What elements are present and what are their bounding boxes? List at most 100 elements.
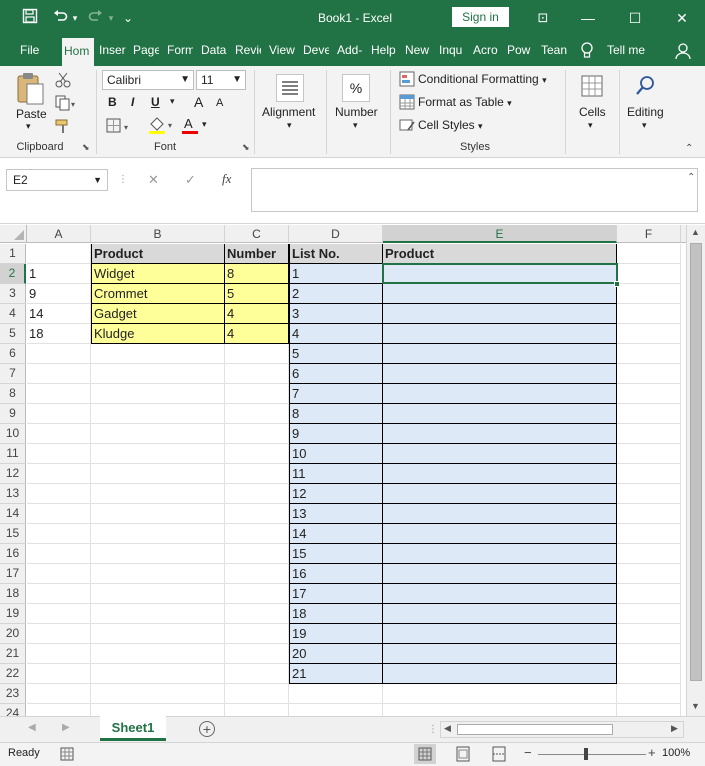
tab-acrobat[interactable]: Acro xyxy=(473,36,499,66)
cell-d17[interactable]: 16 xyxy=(289,564,383,584)
cell-f3[interactable] xyxy=(617,284,681,304)
bold-button[interactable]: B xyxy=(108,95,117,109)
row-header-22[interactable]: 22 xyxy=(0,664,26,684)
scroll-sheets-left-icon[interactable]: ◀ xyxy=(28,722,36,733)
cell-styles-button[interactable]: Cell Styles ▾ xyxy=(418,118,483,132)
tab-home[interactable]: Hom xyxy=(62,38,94,66)
cell-d9[interactable]: 8 xyxy=(289,404,383,424)
vertical-scroll-thumb[interactable] xyxy=(690,243,702,681)
column-header-c[interactable]: C xyxy=(225,225,289,243)
conditional-formatting-icon[interactable] xyxy=(399,71,415,87)
cell-a11[interactable] xyxy=(27,444,91,464)
expand-formula-bar-icon[interactable]: ⌃ xyxy=(687,172,695,183)
alignment-dropdown-icon[interactable]: ▾ xyxy=(287,120,292,131)
cell-b1[interactable]: Product xyxy=(91,244,225,264)
row-header-21[interactable]: 21 xyxy=(0,644,26,664)
tab-insert[interactable]: Inser xyxy=(99,36,127,66)
cell-b9[interactable] xyxy=(91,404,225,424)
cell-e13[interactable] xyxy=(383,484,617,504)
new-sheet-button[interactable]: + xyxy=(199,721,215,737)
cell-b6[interactable] xyxy=(91,344,225,364)
cell-b4[interactable]: Gadget xyxy=(91,304,225,324)
cell-f12[interactable] xyxy=(617,464,681,484)
cell-b18[interactable] xyxy=(91,584,225,604)
row-header-8[interactable]: 8 xyxy=(0,384,26,404)
cell-a2[interactable]: 1 xyxy=(27,264,91,284)
undo-dropdown-icon[interactable]: ▾ xyxy=(70,8,80,28)
cell-d2[interactable]: 1 xyxy=(289,264,383,284)
clipboard-launcher-icon[interactable]: ⬊ xyxy=(82,142,90,153)
cell-f11[interactable] xyxy=(617,444,681,464)
cell-b24[interactable] xyxy=(91,704,225,716)
ribbon-display-options-icon[interactable]: ⊡ xyxy=(533,8,553,28)
row-header-15[interactable]: 15 xyxy=(0,524,26,544)
redo-dropdown-icon[interactable]: ▾ xyxy=(106,8,116,28)
cell-d16[interactable]: 15 xyxy=(289,544,383,564)
tab-formulas[interactable]: Form xyxy=(167,36,193,66)
row-header-3[interactable]: 3 xyxy=(0,284,26,304)
row-header-13[interactable]: 13 xyxy=(0,484,26,504)
cell-a13[interactable] xyxy=(27,484,91,504)
row-header-6[interactable]: 6 xyxy=(0,344,26,364)
minimize-button[interactable]: — xyxy=(578,8,598,28)
cell-c3[interactable]: 5 xyxy=(225,284,289,304)
underline-dropdown-icon[interactable]: ▾ xyxy=(170,96,175,107)
enter-icon[interactable]: ✓ xyxy=(185,172,196,188)
search-icon[interactable] xyxy=(632,72,660,100)
cell-e15[interactable] xyxy=(383,524,617,544)
cell-e23[interactable] xyxy=(383,684,617,704)
paste-icon[interactable] xyxy=(15,72,45,106)
cell-e11[interactable] xyxy=(383,444,617,464)
cell-d21[interactable]: 20 xyxy=(289,644,383,664)
cell-e9[interactable] xyxy=(383,404,617,424)
cell-e8[interactable] xyxy=(383,384,617,404)
cell-b22[interactable] xyxy=(91,664,225,684)
scroll-right-icon[interactable]: ▶ xyxy=(671,723,678,734)
lightbulb-icon[interactable] xyxy=(580,42,596,60)
cut-icon[interactable] xyxy=(55,72,71,88)
row-header-19[interactable]: 19 xyxy=(0,604,26,624)
cell-f19[interactable] xyxy=(617,604,681,624)
horizontal-scrollbar[interactable]: ◀ ▶ xyxy=(440,721,684,738)
row-header-5[interactable]: 5 xyxy=(0,324,26,344)
chevron-down-icon[interactable]: ▼ xyxy=(93,170,102,190)
percent-icon[interactable]: % xyxy=(342,74,370,102)
cell-e7[interactable] xyxy=(383,364,617,384)
cell-f18[interactable] xyxy=(617,584,681,604)
customize-qat-icon[interactable]: ⌄ xyxy=(120,8,136,28)
tab-split-handle-icon[interactable]: ⋮ xyxy=(428,724,438,735)
cell-c20[interactable] xyxy=(225,624,289,644)
cell-b17[interactable] xyxy=(91,564,225,584)
cell-a15[interactable] xyxy=(27,524,91,544)
cell-f16[interactable] xyxy=(617,544,681,564)
cell-f15[interactable] xyxy=(617,524,681,544)
cell-e10[interactable] xyxy=(383,424,617,444)
cell-c19[interactable] xyxy=(225,604,289,624)
tab-data[interactable]: Data xyxy=(201,36,227,66)
scroll-down-icon[interactable]: ▼ xyxy=(691,701,700,711)
cell-f1[interactable] xyxy=(617,244,681,264)
cell-f5[interactable] xyxy=(617,324,681,344)
column-header-b[interactable]: B xyxy=(91,225,225,243)
cell-a23[interactable] xyxy=(27,684,91,704)
italic-button[interactable]: I xyxy=(131,95,134,109)
cell-f23[interactable] xyxy=(617,684,681,704)
increase-font-size-button[interactable]: A xyxy=(194,94,203,110)
cancel-icon[interactable]: ✕ xyxy=(148,172,159,188)
cell-f4[interactable] xyxy=(617,304,681,324)
row-header-7[interactable]: 7 xyxy=(0,364,26,384)
cell-a12[interactable] xyxy=(27,464,91,484)
cell-f2[interactable] xyxy=(617,264,681,284)
zoom-level[interactable]: 100% xyxy=(662,747,690,759)
tab-page-layout[interactable]: Page xyxy=(133,36,159,66)
cell-a10[interactable] xyxy=(27,424,91,444)
cell-d1[interactable]: List No. xyxy=(289,244,383,264)
tab-new[interactable]: New xyxy=(405,36,431,66)
sheet-tab-sheet1[interactable]: Sheet1 xyxy=(100,716,166,741)
row-header-11[interactable]: 11 xyxy=(0,444,26,464)
scroll-up-icon[interactable]: ▲ xyxy=(691,227,700,237)
cell-b20[interactable] xyxy=(91,624,225,644)
cell-f9[interactable] xyxy=(617,404,681,424)
cell-d19[interactable]: 18 xyxy=(289,604,383,624)
tab-review[interactable]: Revie xyxy=(235,36,261,66)
